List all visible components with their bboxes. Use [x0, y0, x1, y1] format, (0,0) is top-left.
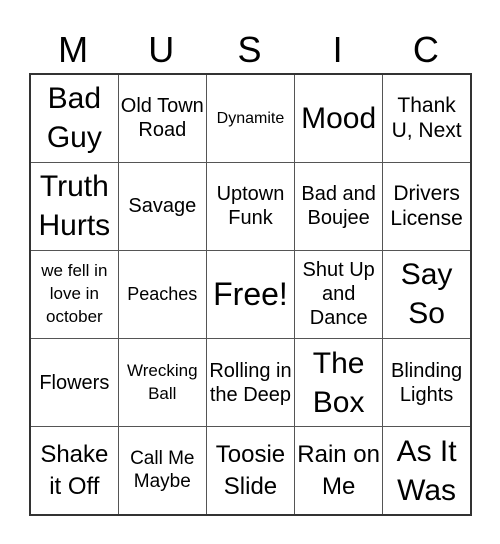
- bingo-cell[interactable]: Bad Guy: [28, 72, 119, 163]
- header-letter-s: S: [237, 29, 262, 70]
- bingo-cell[interactable]: Wrecking Ball: [117, 338, 207, 428]
- bingo-cell[interactable]: Thank U, Next: [382, 72, 472, 163]
- bingo-cell[interactable]: Flowers: [28, 338, 119, 428]
- bingo-cell[interactable]: Bad and Boujee: [294, 161, 384, 251]
- bingo-row-3: we fell in love in october Peaches Free!…: [28, 249, 472, 340]
- bingo-cell[interactable]: As It Was: [382, 426, 472, 516]
- bingo-cell[interactable]: Uptown Funk: [205, 161, 296, 251]
- bingo-cell[interactable]: Old Town Road: [117, 72, 207, 163]
- bingo-cell[interactable]: Shut Up and Dance: [294, 249, 384, 340]
- bingo-cell[interactable]: Dynamite: [205, 72, 296, 163]
- bingo-cell[interactable]: Rolling in the Deep: [205, 338, 296, 428]
- bingo-cell[interactable]: Peaches: [117, 249, 207, 340]
- free-space-cell[interactable]: Free!: [205, 249, 296, 340]
- bingo-cell[interactable]: Say So: [382, 249, 472, 340]
- bingo-row-4: Flowers Wrecking Ball Rolling in the Dee…: [28, 338, 472, 428]
- bingo-cell[interactable]: we fell in love in october: [28, 249, 119, 340]
- header-letter-u: U: [148, 29, 175, 70]
- header-letter-i: I: [332, 29, 343, 70]
- header-letter-c: C: [412, 29, 439, 70]
- bingo-row-2: Truth Hurts Savage Uptown Funk Bad and B…: [28, 161, 472, 251]
- bingo-row-1: Bad Guy Old Town Road Dynamite Mood Than…: [28, 72, 472, 163]
- bingo-cell[interactable]: Drivers License: [382, 161, 472, 251]
- header-letter-m: M: [58, 29, 89, 70]
- bingo-row-5: Shake it Off Call Me Maybe Toosie Slide …: [28, 426, 472, 516]
- bingo-grid: Bad Guy Old Town Road Dynamite Mood Than…: [28, 72, 472, 516]
- bingo-cell[interactable]: Call Me Maybe: [117, 426, 207, 516]
- bingo-cell[interactable]: Toosie Slide: [205, 426, 296, 516]
- bingo-cell[interactable]: The Box: [294, 338, 384, 428]
- bingo-cell[interactable]: Shake it Off: [28, 426, 119, 516]
- bingo-cell[interactable]: Savage: [117, 161, 207, 251]
- bingo-cell[interactable]: Blinding Lights: [382, 338, 472, 428]
- bingo-header: M U S I C: [29, 28, 470, 72]
- bingo-cell[interactable]: Rain on Me: [294, 426, 384, 516]
- bingo-cell[interactable]: Mood: [294, 72, 384, 163]
- bingo-cell[interactable]: Truth Hurts: [28, 161, 119, 251]
